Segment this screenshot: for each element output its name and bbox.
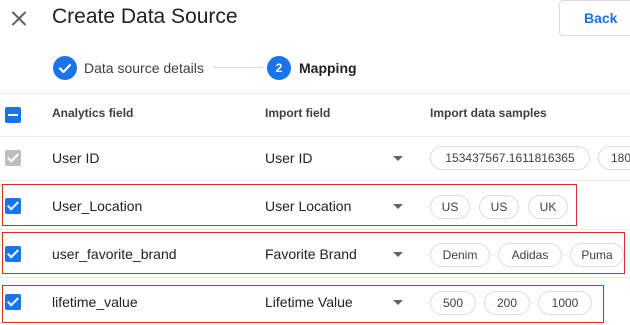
row-divider — [0, 277, 630, 278]
chevron-down-icon[interactable] — [393, 252, 403, 257]
chevron-down-icon[interactable] — [393, 204, 403, 209]
check-icon — [6, 150, 20, 163]
row-checkbox[interactable] — [5, 246, 21, 262]
sample-chip: US — [479, 195, 519, 219]
chevron-down-icon[interactable] — [393, 156, 403, 161]
sample-chip: 153437567.1611816365 — [430, 146, 590, 170]
import-field-value: Lifetime Value — [265, 294, 353, 310]
sample-chip: US — [430, 195, 470, 219]
step-1-label: Data source details — [84, 60, 204, 76]
check-icon — [6, 246, 20, 259]
header-divider — [0, 93, 630, 94]
row-checkbox[interactable] — [5, 294, 21, 310]
sample-chip: 500 — [430, 291, 476, 315]
back-button[interactable]: Back — [559, 0, 630, 36]
check-icon — [58, 63, 72, 74]
header-row-divider — [0, 136, 630, 137]
step-1-complete-icon — [53, 56, 77, 80]
row-checkbox[interactable] — [5, 198, 21, 214]
analytics-field-name: User ID — [52, 150, 100, 166]
step-2-number: 2 — [267, 56, 291, 80]
analytics-field-name: User_Location — [52, 198, 143, 214]
step-2-label: Mapping — [299, 60, 357, 76]
analytics-field-name: user_favorite_brand — [52, 246, 177, 262]
select-all-checkbox[interactable] — [5, 107, 21, 123]
row-divider — [0, 180, 630, 181]
sample-chip: 200 — [484, 291, 530, 315]
chevron-down-icon[interactable] — [393, 300, 403, 305]
column-header-analytics-field: Analytics field — [52, 106, 134, 120]
check-icon — [6, 198, 20, 211]
import-field-value: Favorite Brand — [265, 246, 357, 262]
row-checkbox — [5, 150, 21, 166]
sample-chip: 1000 — [538, 291, 592, 315]
stepper-connector — [213, 67, 263, 68]
sample-chip: 180 — [598, 146, 630, 170]
row-divider — [0, 229, 630, 230]
check-icon — [6, 294, 20, 307]
indeterminate-icon — [8, 114, 18, 116]
close-icon[interactable] — [9, 8, 29, 28]
sample-chip: Puma — [570, 243, 624, 267]
sample-chip: Adidas — [498, 243, 562, 267]
import-field-value: User ID — [265, 150, 313, 166]
sample-chip: Denim — [430, 243, 490, 267]
sample-chip: UK — [528, 195, 568, 219]
analytics-field-name: lifetime_value — [52, 294, 138, 310]
import-field-value: User Location — [265, 198, 352, 214]
column-header-import-field: Import field — [265, 106, 331, 120]
page-title: Create Data Source — [52, 5, 238, 28]
column-header-import-data-samples: Import data samples — [430, 106, 547, 120]
